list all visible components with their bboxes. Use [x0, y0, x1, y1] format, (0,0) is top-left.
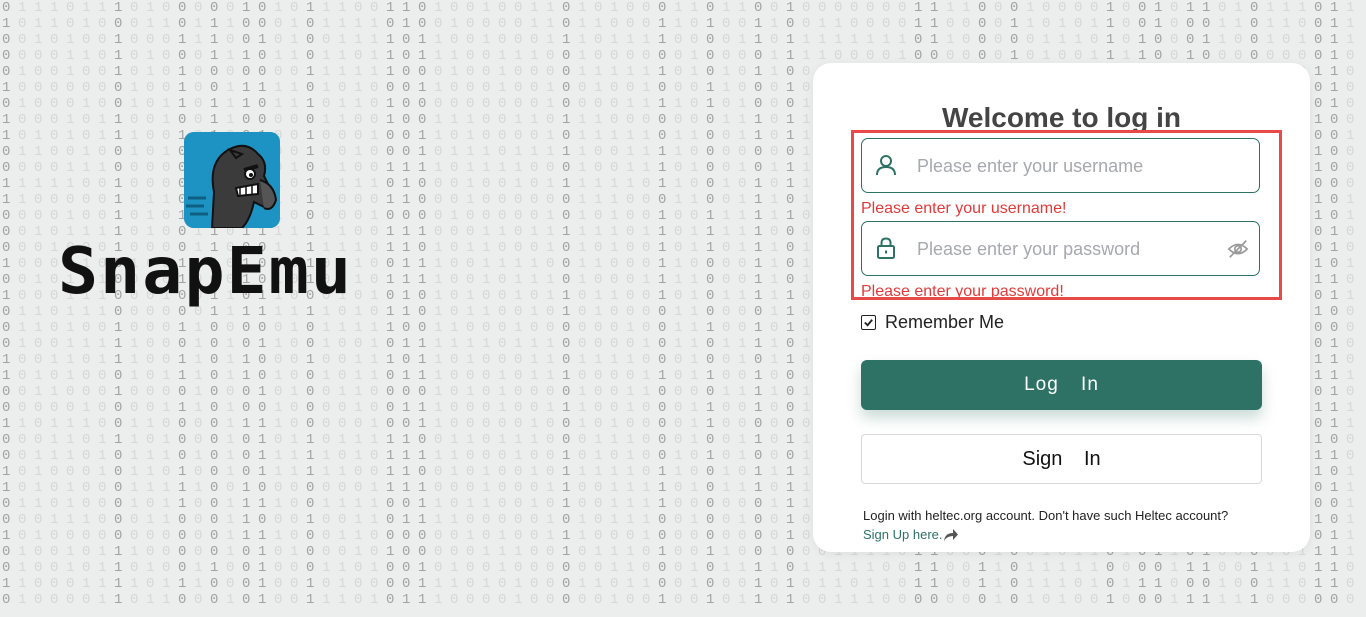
- signup-link[interactable]: Sign Up here.: [863, 525, 959, 544]
- snapemu-bird-icon: [184, 132, 280, 228]
- checkbox-checked-icon[interactable]: [861, 315, 876, 330]
- username-input[interactable]: [915, 139, 1219, 194]
- footer-text: Login with heltec.org account. Don't hav…: [863, 508, 1229, 523]
- share-arrow-icon: [943, 528, 958, 541]
- brand-name: SnapEmu: [58, 235, 354, 309]
- login-card: Welcome to log in Please enter your user…: [813, 63, 1310, 552]
- eye-off-icon[interactable]: [1227, 238, 1249, 260]
- lock-icon: [874, 236, 898, 260]
- password-input[interactable]: [915, 222, 1219, 277]
- username-field[interactable]: [861, 138, 1260, 194]
- password-error: Please enter your password!: [861, 283, 1064, 300]
- remember-me-checkbox[interactable]: Remember Me: [861, 312, 1004, 333]
- login-button[interactable]: Log In: [861, 360, 1262, 410]
- login-title: Welcome to log in: [941, 102, 1182, 133]
- footer-note: Login with heltec.org account. Don't hav…: [863, 506, 1283, 544]
- snapemu-logo: [184, 132, 280, 228]
- username-error: Please enter your username!: [861, 200, 1067, 217]
- signin-button[interactable]: Sign In: [861, 434, 1262, 484]
- user-icon: [874, 153, 898, 177]
- remember-me-label: Remember Me: [885, 312, 1005, 332]
- password-field[interactable]: [861, 221, 1260, 277]
- signup-link-text: Sign Up here.: [863, 527, 943, 542]
